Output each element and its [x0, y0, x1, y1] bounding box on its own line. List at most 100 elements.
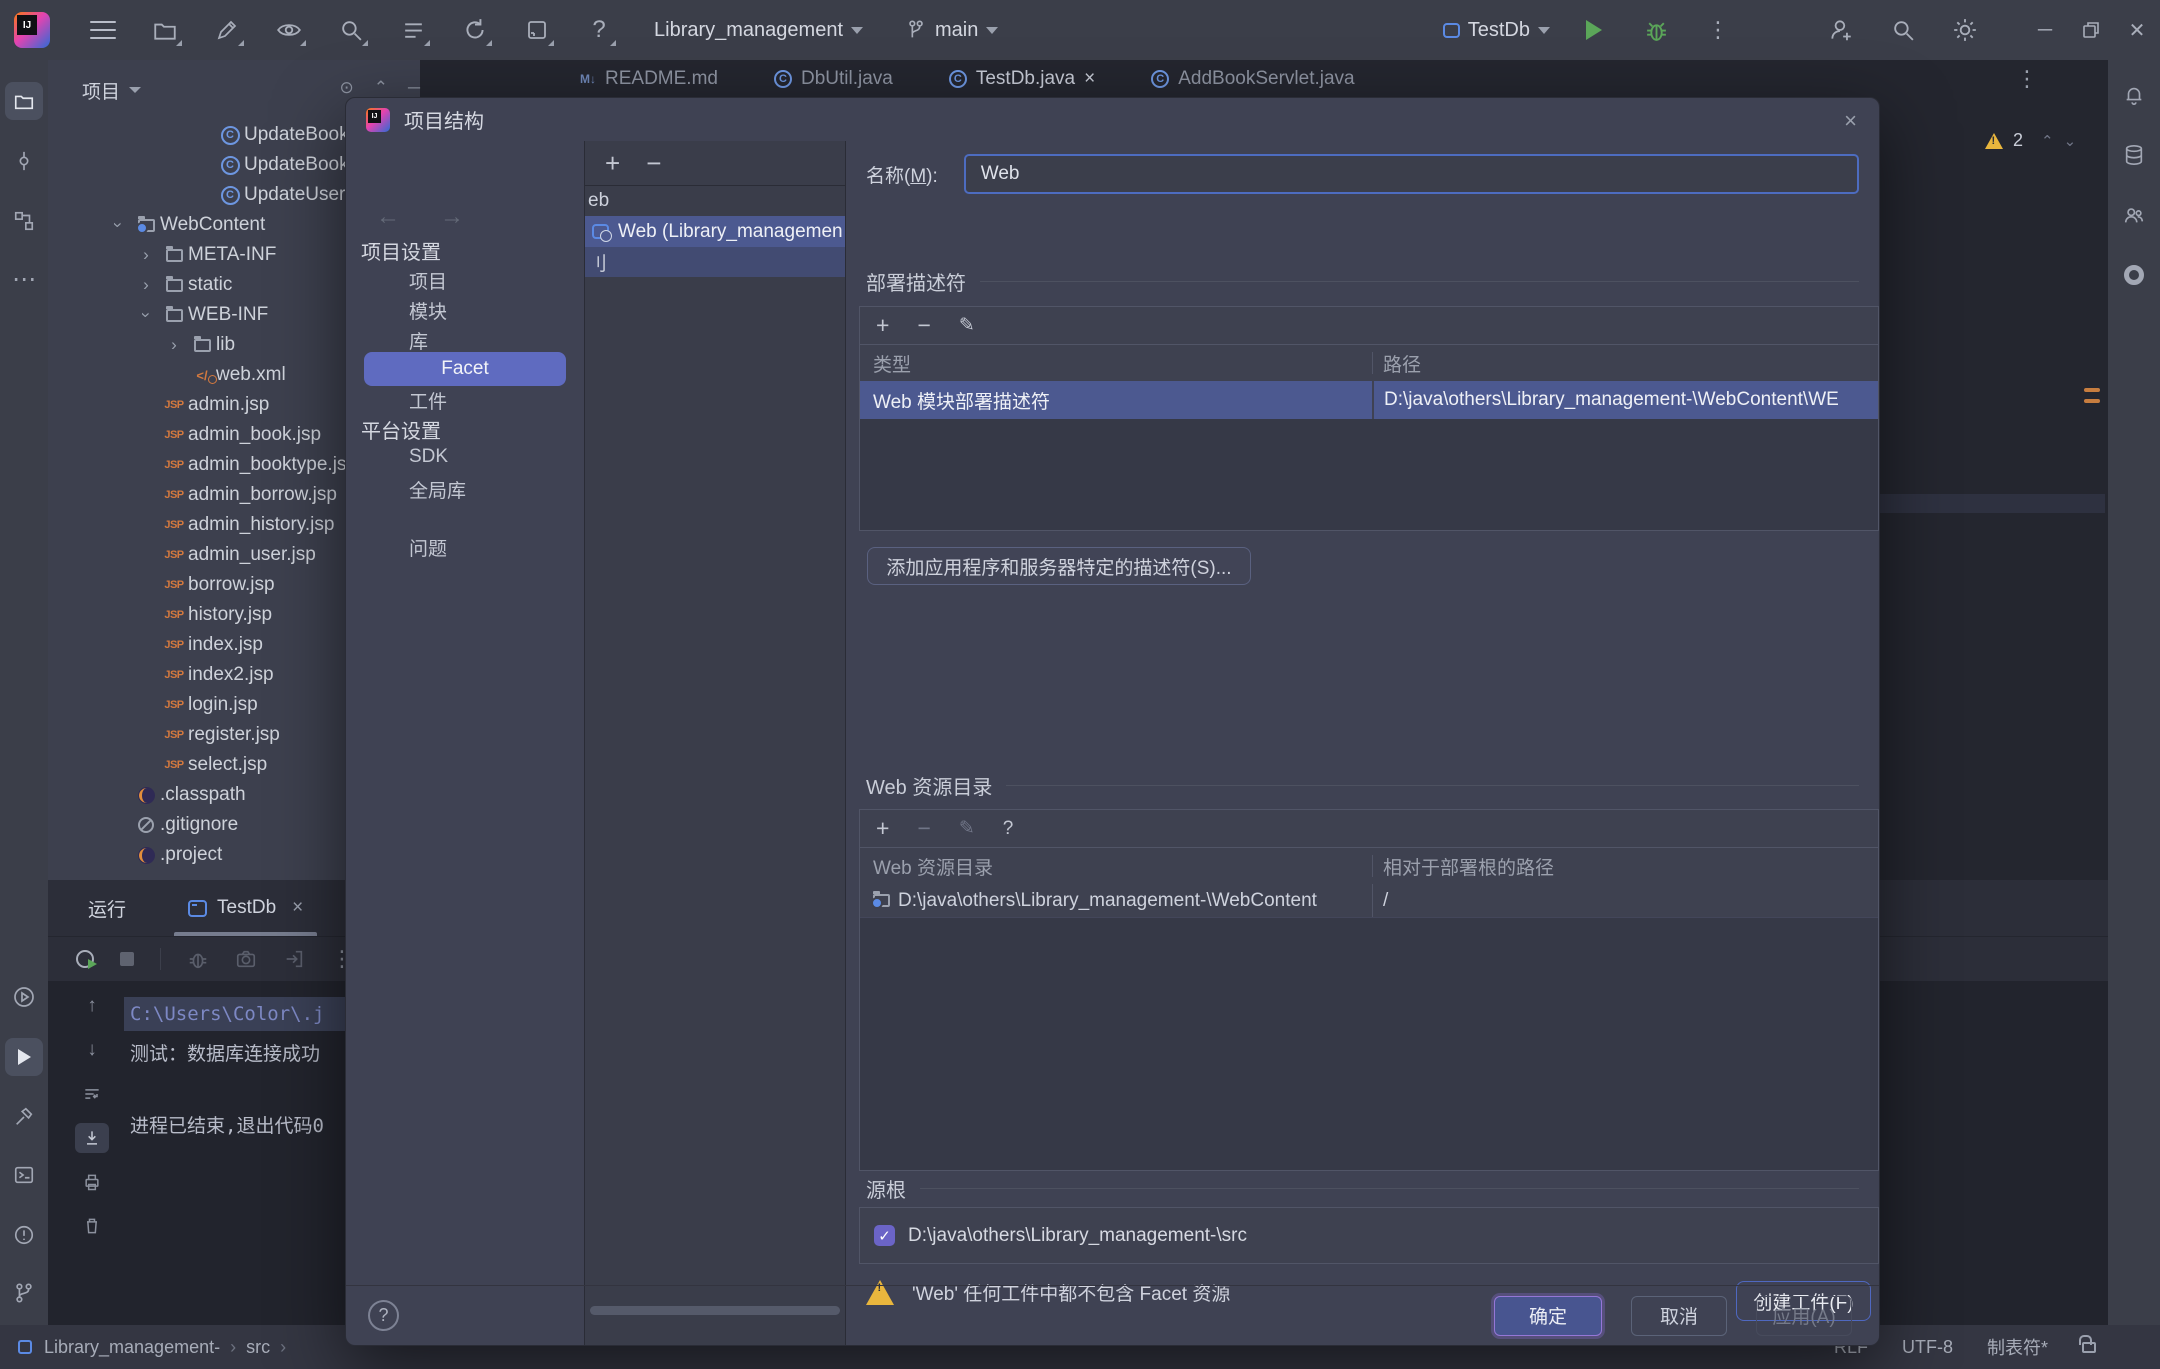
problems-tool-button[interactable]: [5, 1216, 43, 1254]
source-roots-row[interactable]: ✓ D:\java\others\Library_management-\src: [859, 1207, 1879, 1264]
help-button[interactable]: ?: [577, 8, 621, 52]
tab-dbutil[interactable]: C DbUtil.java: [774, 68, 893, 90]
edit-icon[interactable]: ✎: [959, 314, 975, 337]
camera-icon[interactable]: [235, 948, 257, 970]
remove-icon[interactable]: −: [917, 312, 930, 339]
gradle-tool-button[interactable]: [2115, 256, 2153, 294]
more-tools-button[interactable]: ⋯: [5, 260, 43, 298]
ok-button[interactable]: 确定: [1494, 1296, 1602, 1336]
stop-icon[interactable]: [120, 952, 134, 966]
deployment-row[interactable]: Web 模块部署描述符 D:\java\others\Library_manag…: [860, 381, 1878, 419]
more-actions-button[interactable]: ⋮: [1696, 8, 1740, 52]
nav-item-libraries[interactable]: 库: [409, 327, 428, 354]
chevron-right-icon[interactable]: ›: [160, 335, 188, 355]
close-tab-icon[interactable]: ×: [1084, 68, 1095, 90]
back-icon[interactable]: ←: [376, 203, 400, 231]
debug-button[interactable]: [1634, 8, 1678, 52]
encoding-widget[interactable]: UTF-8: [1902, 1337, 1953, 1358]
hide-panel-icon[interactable]: ─: [408, 78, 420, 98]
rerun-icon[interactable]: [76, 950, 94, 968]
cancel-button[interactable]: 取消: [1631, 1296, 1727, 1336]
collaboration-tool-button[interactable]: [2115, 196, 2153, 234]
exit-icon[interactable]: [283, 948, 305, 970]
search-everywhere-button[interactable]: [329, 8, 373, 52]
nav-item-artifacts[interactable]: 工件: [409, 387, 447, 414]
nav-item-sdk[interactable]: SDK: [409, 446, 448, 468]
nav-item-modules[interactable]: 模块: [409, 297, 447, 324]
maximize-button[interactable]: [2068, 7, 2114, 53]
services-tool-button[interactable]: [5, 978, 43, 1016]
nav-item-facets[interactable]: Facet: [364, 352, 566, 386]
facet-name-input[interactable]: Web: [964, 154, 1859, 194]
code-with-me-button[interactable]: [1819, 8, 1863, 52]
help-button[interactable]: ?: [368, 1300, 399, 1331]
add-icon[interactable]: +: [876, 815, 889, 842]
apply-button[interactable]: 应用(A): [1756, 1296, 1852, 1336]
remove-icon[interactable]: −: [917, 815, 930, 842]
notifications-button[interactable]: [2115, 76, 2153, 114]
sync-button[interactable]: [453, 8, 497, 52]
inspection-widget[interactable]: 2 ⌃ ⌄: [1985, 130, 2076, 151]
add-icon[interactable]: +: [605, 148, 620, 179]
chevron-down-icon[interactable]: ⌄: [2064, 132, 2077, 150]
close-tab-icon[interactable]: ×: [292, 897, 303, 919]
version-control-tool-button[interactable]: [5, 1274, 43, 1312]
terminal-tool-button[interactable]: [5, 1156, 43, 1194]
facet-item-web[interactable]: Web (Library_managemen: [585, 216, 845, 247]
run-tool-button[interactable]: [5, 1038, 43, 1076]
chevron-right-icon[interactable]: ›: [132, 245, 160, 265]
view-button[interactable]: [267, 8, 311, 52]
tab-options-button[interactable]: ⋮: [2016, 66, 2038, 92]
soft-wrap-icon[interactable]: [75, 1079, 109, 1109]
main-menu-button[interactable]: [81, 8, 125, 52]
nav-item-global-libraries[interactable]: 全局库: [409, 476, 466, 503]
help-icon[interactable]: ?: [1003, 818, 1014, 840]
search-button[interactable]: [1881, 8, 1925, 52]
structure-tool-button[interactable]: [5, 202, 43, 240]
down-stack-icon[interactable]: ↓: [75, 1035, 109, 1065]
run-config-selector[interactable]: TestDb: [1443, 19, 1550, 42]
collapse-all-icon[interactable]: ⌃: [374, 78, 388, 98]
facet-group[interactable]: eb: [585, 186, 845, 216]
project-selector[interactable]: Library_management: [654, 19, 863, 42]
forward-icon[interactable]: →: [440, 203, 464, 231]
add-descriptor-button[interactable]: 添加应用程序和服务器特定的描述符(S)...: [867, 547, 1251, 585]
up-stack-icon[interactable]: ↑: [75, 991, 109, 1021]
database-tool-button[interactable]: [2115, 136, 2153, 174]
chevron-right-icon[interactable]: ›: [132, 275, 160, 295]
commit-tool-button[interactable]: [5, 142, 43, 180]
facet-item-partial[interactable]: 刂: [585, 247, 845, 277]
breadcrumb[interactable]: Library_management-: [44, 1337, 220, 1358]
nav-item-project[interactable]: 项目: [409, 267, 447, 294]
scroll-to-end-icon[interactable]: [75, 1123, 109, 1153]
build-tool-button[interactable]: [5, 1098, 43, 1136]
nav-item-problems[interactable]: 问题: [409, 534, 447, 561]
print-icon[interactable]: [75, 1167, 109, 1197]
project-tool-button[interactable]: [5, 82, 43, 120]
project-widget-button[interactable]: [143, 8, 187, 52]
settings-button[interactable]: [1943, 8, 1987, 52]
unlock-icon[interactable]: [2082, 1342, 2096, 1353]
checkbox-checked-icon[interactable]: ✓: [874, 1225, 895, 1246]
clear-icon[interactable]: [75, 1211, 109, 1241]
bug-icon[interactable]: [187, 948, 209, 970]
run-button[interactable]: [1572, 8, 1616, 52]
close-button[interactable]: ✕: [2114, 7, 2160, 53]
add-icon[interactable]: +: [876, 312, 889, 339]
run-tab-testdb[interactable]: TestDb ×: [174, 880, 317, 936]
tab-addbookservlet[interactable]: C AddBookServlet.java: [1151, 68, 1354, 90]
breadcrumb[interactable]: src: [246, 1337, 270, 1358]
dialog-close-button[interactable]: ×: [1844, 108, 1857, 134]
minimize-button[interactable]: ─: [2022, 7, 2068, 53]
branch-selector[interactable]: main: [905, 19, 998, 42]
tab-testdb[interactable]: C TestDb.java ×: [949, 68, 1095, 90]
edit-button[interactable]: [205, 8, 249, 52]
indent-widget[interactable]: 制表符*: [1987, 1334, 2048, 1360]
lines-button[interactable]: [391, 8, 435, 52]
locate-icon[interactable]: ⊙: [339, 78, 353, 98]
tab-readme[interactable]: M↓ README.md: [580, 68, 718, 90]
chevron-up-icon[interactable]: ⌃: [2041, 132, 2054, 150]
chevron-down-icon[interactable]: ›: [104, 215, 132, 235]
remove-icon[interactable]: −: [646, 148, 661, 179]
edit-icon[interactable]: ✎: [959, 817, 975, 840]
